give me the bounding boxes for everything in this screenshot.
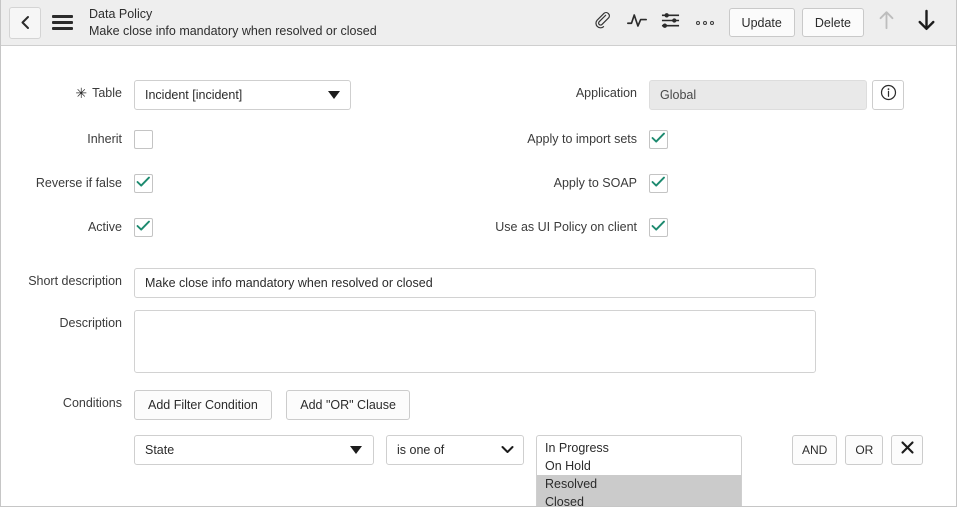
condition-action-buttons: Add Filter Condition Add "OR" Clause: [134, 390, 410, 420]
or-button[interactable]: OR: [845, 435, 884, 465]
back-button[interactable]: [9, 6, 41, 39]
chevron-down-icon: [501, 443, 514, 457]
data-policy-form-page: Data Policy Make close info mandatory wh…: [0, 0, 957, 507]
description-textarea[interactable]: [134, 310, 816, 373]
form-row-description: Description: [1, 310, 956, 373]
condition-row-spacer: [1, 435, 134, 441]
sliders-icon: [660, 11, 681, 35]
condition-operator-select[interactable]: is one of: [386, 435, 524, 465]
form-row-short-description: Short description Make close info mandat…: [1, 268, 956, 298]
inherit-checkbox[interactable]: [134, 130, 153, 149]
short-description-label: Short description: [28, 274, 122, 288]
add-filter-condition-button[interactable]: Add Filter Condition: [134, 390, 272, 420]
add-or-clause-button[interactable]: Add "OR" Clause: [286, 390, 410, 420]
delete-button[interactable]: Delete: [801, 8, 864, 37]
caret-down-icon: [350, 446, 362, 454]
checkmark-icon: [651, 219, 666, 237]
and-button[interactable]: AND: [792, 435, 838, 465]
application-label: Application: [575, 86, 637, 100]
reverse-if-false-label: Reverse if false: [35, 176, 122, 190]
more-horizontal-icon: [695, 20, 700, 25]
condition-operator-value: is one of: [397, 443, 445, 457]
next-record-button[interactable]: [908, 7, 944, 39]
checkmark-icon: [136, 175, 151, 193]
table-label-text: Table: [92, 86, 122, 100]
arrow-up-icon: [878, 9, 895, 36]
condition-field-select[interactable]: State: [134, 435, 374, 465]
header-actions: Update Delete: [586, 7, 944, 39]
close-x-icon: [900, 440, 915, 460]
info-circle-icon: [880, 84, 897, 106]
apply-to-soap-label: Apply to SOAP: [553, 176, 637, 190]
form-row-reverse-soap: Reverse if false Apply to SOAP: [1, 170, 956, 193]
apply-to-import-sets-label: Apply to import sets: [527, 132, 637, 146]
table-label: ✳ Table: [1, 80, 134, 101]
previous-record-button[interactable]: [868, 7, 904, 39]
use-as-ui-policy-checkbox[interactable]: [649, 218, 668, 237]
form-body: ✳ Table Incident [incident] Application G…: [1, 46, 956, 506]
hamburger-menu-icon[interactable]: [52, 11, 76, 35]
header-title-block: Data Policy Make close info mandatory wh…: [89, 7, 586, 38]
required-asterisk-icon: ✳: [75, 85, 88, 101]
page-subtitle: Make close info mandatory when resolved …: [89, 23, 377, 38]
remove-condition-button[interactable]: [891, 435, 924, 465]
checkmark-icon: [136, 219, 151, 237]
table-select[interactable]: Incident [incident]: [134, 80, 351, 110]
form-row-inherit-importsets: Inherit Apply to import sets: [1, 126, 956, 149]
conditions-label: Conditions: [62, 396, 122, 410]
checkmark-icon: [651, 131, 666, 149]
application-info-button[interactable]: [872, 80, 904, 110]
form-header: Data Policy Make close info mandatory wh…: [1, 0, 956, 46]
application-value: Global: [649, 80, 867, 110]
checkmark-icon: [651, 175, 666, 193]
chevron-left-icon: [19, 15, 32, 30]
filters-button[interactable]: [654, 7, 688, 39]
list-item[interactable]: Resolved: [537, 475, 741, 493]
use-as-ui-policy-label: Use as UI Policy on client: [495, 220, 637, 234]
form-row-active-uipolicy: Active Use as UI Policy on client: [1, 214, 956, 237]
condition-logic-buttons: AND OR: [792, 435, 924, 465]
list-item[interactable]: On Hold: [537, 457, 741, 475]
condition-row: State is one of In Progress On Hold Reso…: [134, 435, 924, 506]
active-label: Active: [87, 220, 122, 234]
caret-down-icon: [328, 91, 340, 99]
condition-field-value: State: [145, 443, 175, 457]
apply-to-soap-checkbox[interactable]: [649, 174, 668, 193]
form-row-condition-builder: State is one of In Progress On Hold Reso…: [1, 435, 956, 506]
paperclip-icon: [593, 11, 612, 35]
more-options-button[interactable]: [688, 7, 722, 39]
form-row-conditions: Conditions Add Filter Condition Add "OR"…: [1, 390, 956, 420]
apply-to-import-sets-checkbox[interactable]: [649, 130, 668, 149]
list-item[interactable]: Closed: [537, 493, 741, 506]
activity-pulse-icon: [626, 11, 648, 35]
condition-value-listbox[interactable]: In Progress On Hold Resolved Closed Canc…: [536, 435, 742, 506]
attachment-button[interactable]: [586, 7, 620, 39]
application-field: Global: [649, 80, 904, 110]
short-description-input[interactable]: Make close info mandatory when resolved …: [134, 268, 816, 298]
update-button[interactable]: Update: [728, 8, 795, 37]
form-row-table-application: ✳ Table Incident [incident] Application G…: [1, 80, 956, 110]
table-field: Incident [incident]: [134, 80, 351, 110]
page-title: Data Policy: [89, 7, 153, 22]
list-item[interactable]: In Progress: [537, 439, 741, 457]
inherit-label: Inherit: [87, 132, 122, 146]
arrow-down-icon: [917, 8, 936, 37]
reverse-if-false-checkbox[interactable]: [134, 174, 153, 193]
active-checkbox[interactable]: [134, 218, 153, 237]
description-label: Description: [59, 316, 122, 330]
table-select-value: Incident [incident]: [145, 88, 243, 102]
activity-button[interactable]: [620, 7, 654, 39]
